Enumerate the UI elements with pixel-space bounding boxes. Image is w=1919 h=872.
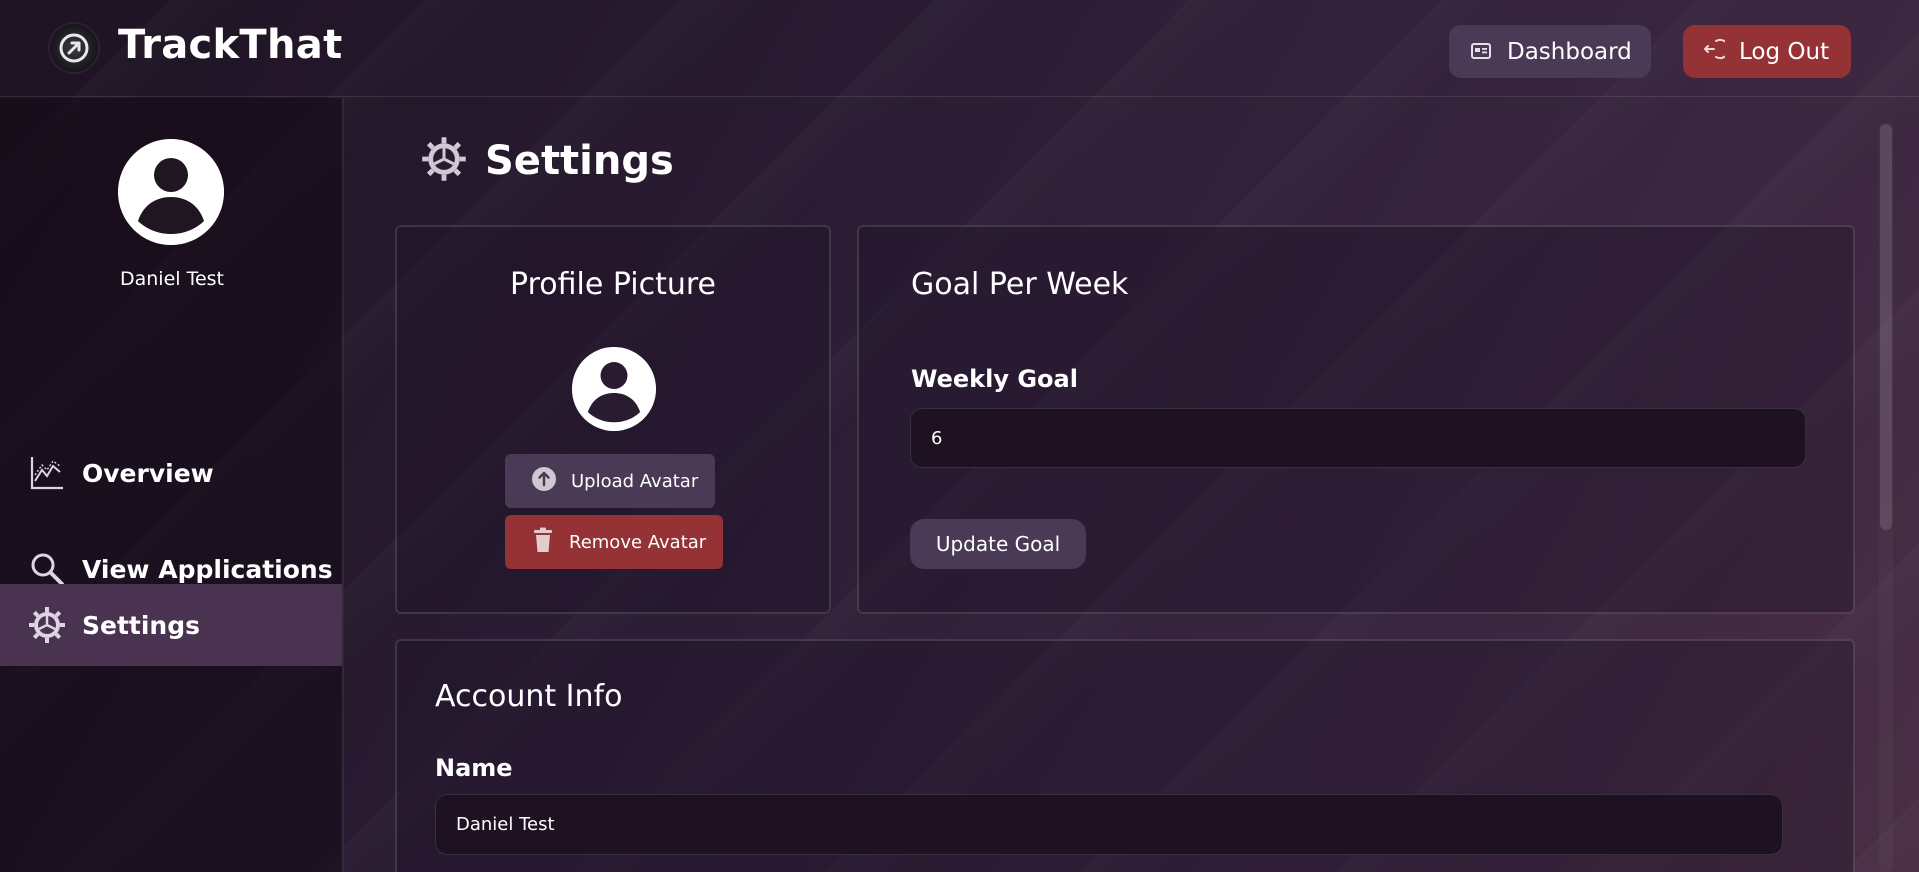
weekly-goal-label: Weekly Goal — [911, 365, 1078, 393]
top-header: TrackThat Dashboard Log Out — [0, 0, 1919, 97]
trash-icon — [531, 527, 555, 558]
logout-label: Log Out — [1739, 38, 1830, 65]
card-title: Goal Per Week — [911, 267, 1129, 302]
gear-icon — [28, 606, 66, 644]
sidebar-item-label: Settings — [82, 610, 201, 640]
app-title[interactable]: TrackThat — [118, 22, 343, 68]
gear-icon — [421, 136, 467, 186]
card-title: Profile Picture — [510, 267, 716, 302]
page-title: Settings — [485, 138, 674, 184]
dashboard-label: Dashboard — [1507, 38, 1632, 65]
account-info-card: Account Info Name — [395, 639, 1855, 872]
sidebar: Daniel Test Overview View Applications S… — [0, 98, 344, 872]
upload-icon — [531, 466, 557, 497]
page-header: Settings — [421, 136, 674, 186]
sidebar-item-label: Overview — [82, 458, 214, 488]
user-name: Daniel Test — [119, 268, 225, 290]
sidebar-item-settings[interactable]: Settings — [0, 584, 342, 666]
logo-icon[interactable] — [50, 24, 98, 72]
sidebar-item-label: View Applications — [82, 554, 333, 584]
search-icon — [28, 550, 66, 588]
name-label: Name — [435, 754, 513, 782]
weekly-goal-input[interactable] — [910, 408, 1806, 468]
remove-avatar-button[interactable]: Remove Avatar — [505, 515, 723, 569]
dashboard-button[interactable]: Dashboard — [1449, 25, 1651, 78]
dashboard-icon — [1471, 39, 1491, 65]
avatar[interactable] — [118, 139, 224, 245]
name-field[interactable] — [435, 794, 1783, 855]
card-title: Account Info — [435, 679, 623, 714]
avatar-preview — [572, 347, 656, 431]
chart-line-icon — [28, 454, 66, 492]
remove-avatar-label: Remove Avatar — [569, 531, 707, 553]
upload-avatar-label: Upload Avatar — [571, 470, 699, 492]
logout-button[interactable]: Log Out — [1683, 25, 1851, 78]
app-window: TrackThat Dashboard Log Out Daniel Test … — [0, 0, 1919, 872]
sidebar-item-overview[interactable]: Overview — [0, 432, 342, 514]
goal-per-week-card: Goal Per Week Weekly Goal Update Goal — [857, 225, 1855, 614]
profile-picture-card: Profile Picture Upload Avatar Remove Ava… — [395, 225, 831, 614]
upload-avatar-button[interactable]: Upload Avatar — [505, 454, 715, 508]
scrollbar-thumb[interactable] — [1880, 124, 1892, 530]
logout-icon — [1701, 37, 1731, 67]
update-goal-button[interactable]: Update Goal — [910, 519, 1086, 569]
